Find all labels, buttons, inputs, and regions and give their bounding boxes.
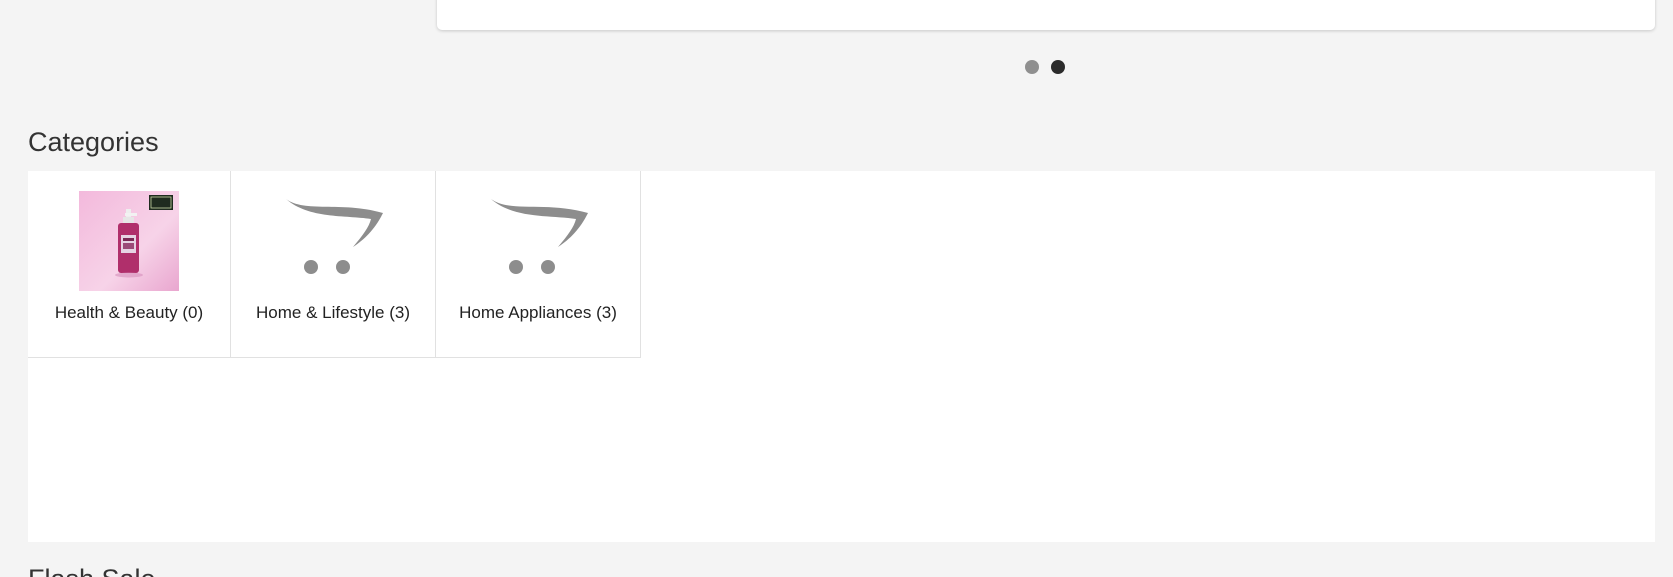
slider-card [437,0,1655,30]
category-tile-home-lifestyle[interactable]: Home & Lifestyle (3) [231,171,436,358]
placeholder-cart-icon [286,199,383,274]
categories-panel: Health & Beauty (0) Home & Lifestyle (3)… [28,171,1655,542]
placeholder-cart-icon [491,199,588,274]
slider-pagination [1025,60,1065,74]
category-label: Home & Lifestyle (3) [256,303,410,322]
category-image-product-photo [79,191,179,291]
categories-heading: Categories [28,127,159,157]
category-tile-health-beauty[interactable]: Health & Beauty (0) [28,171,231,358]
flash-sale-heading: Flash Sale [28,564,156,577]
category-grid: Health & Beauty (0) Home & Lifestyle (3)… [28,171,1655,358]
slider-dot-2[interactable] [1051,60,1065,74]
category-tile-home-appliances[interactable]: Home Appliances (3) [436,171,641,358]
slider-dot-1[interactable] [1025,60,1039,74]
category-label: Home Appliances (3) [459,303,617,322]
category-label: Health & Beauty (0) [54,303,204,322]
